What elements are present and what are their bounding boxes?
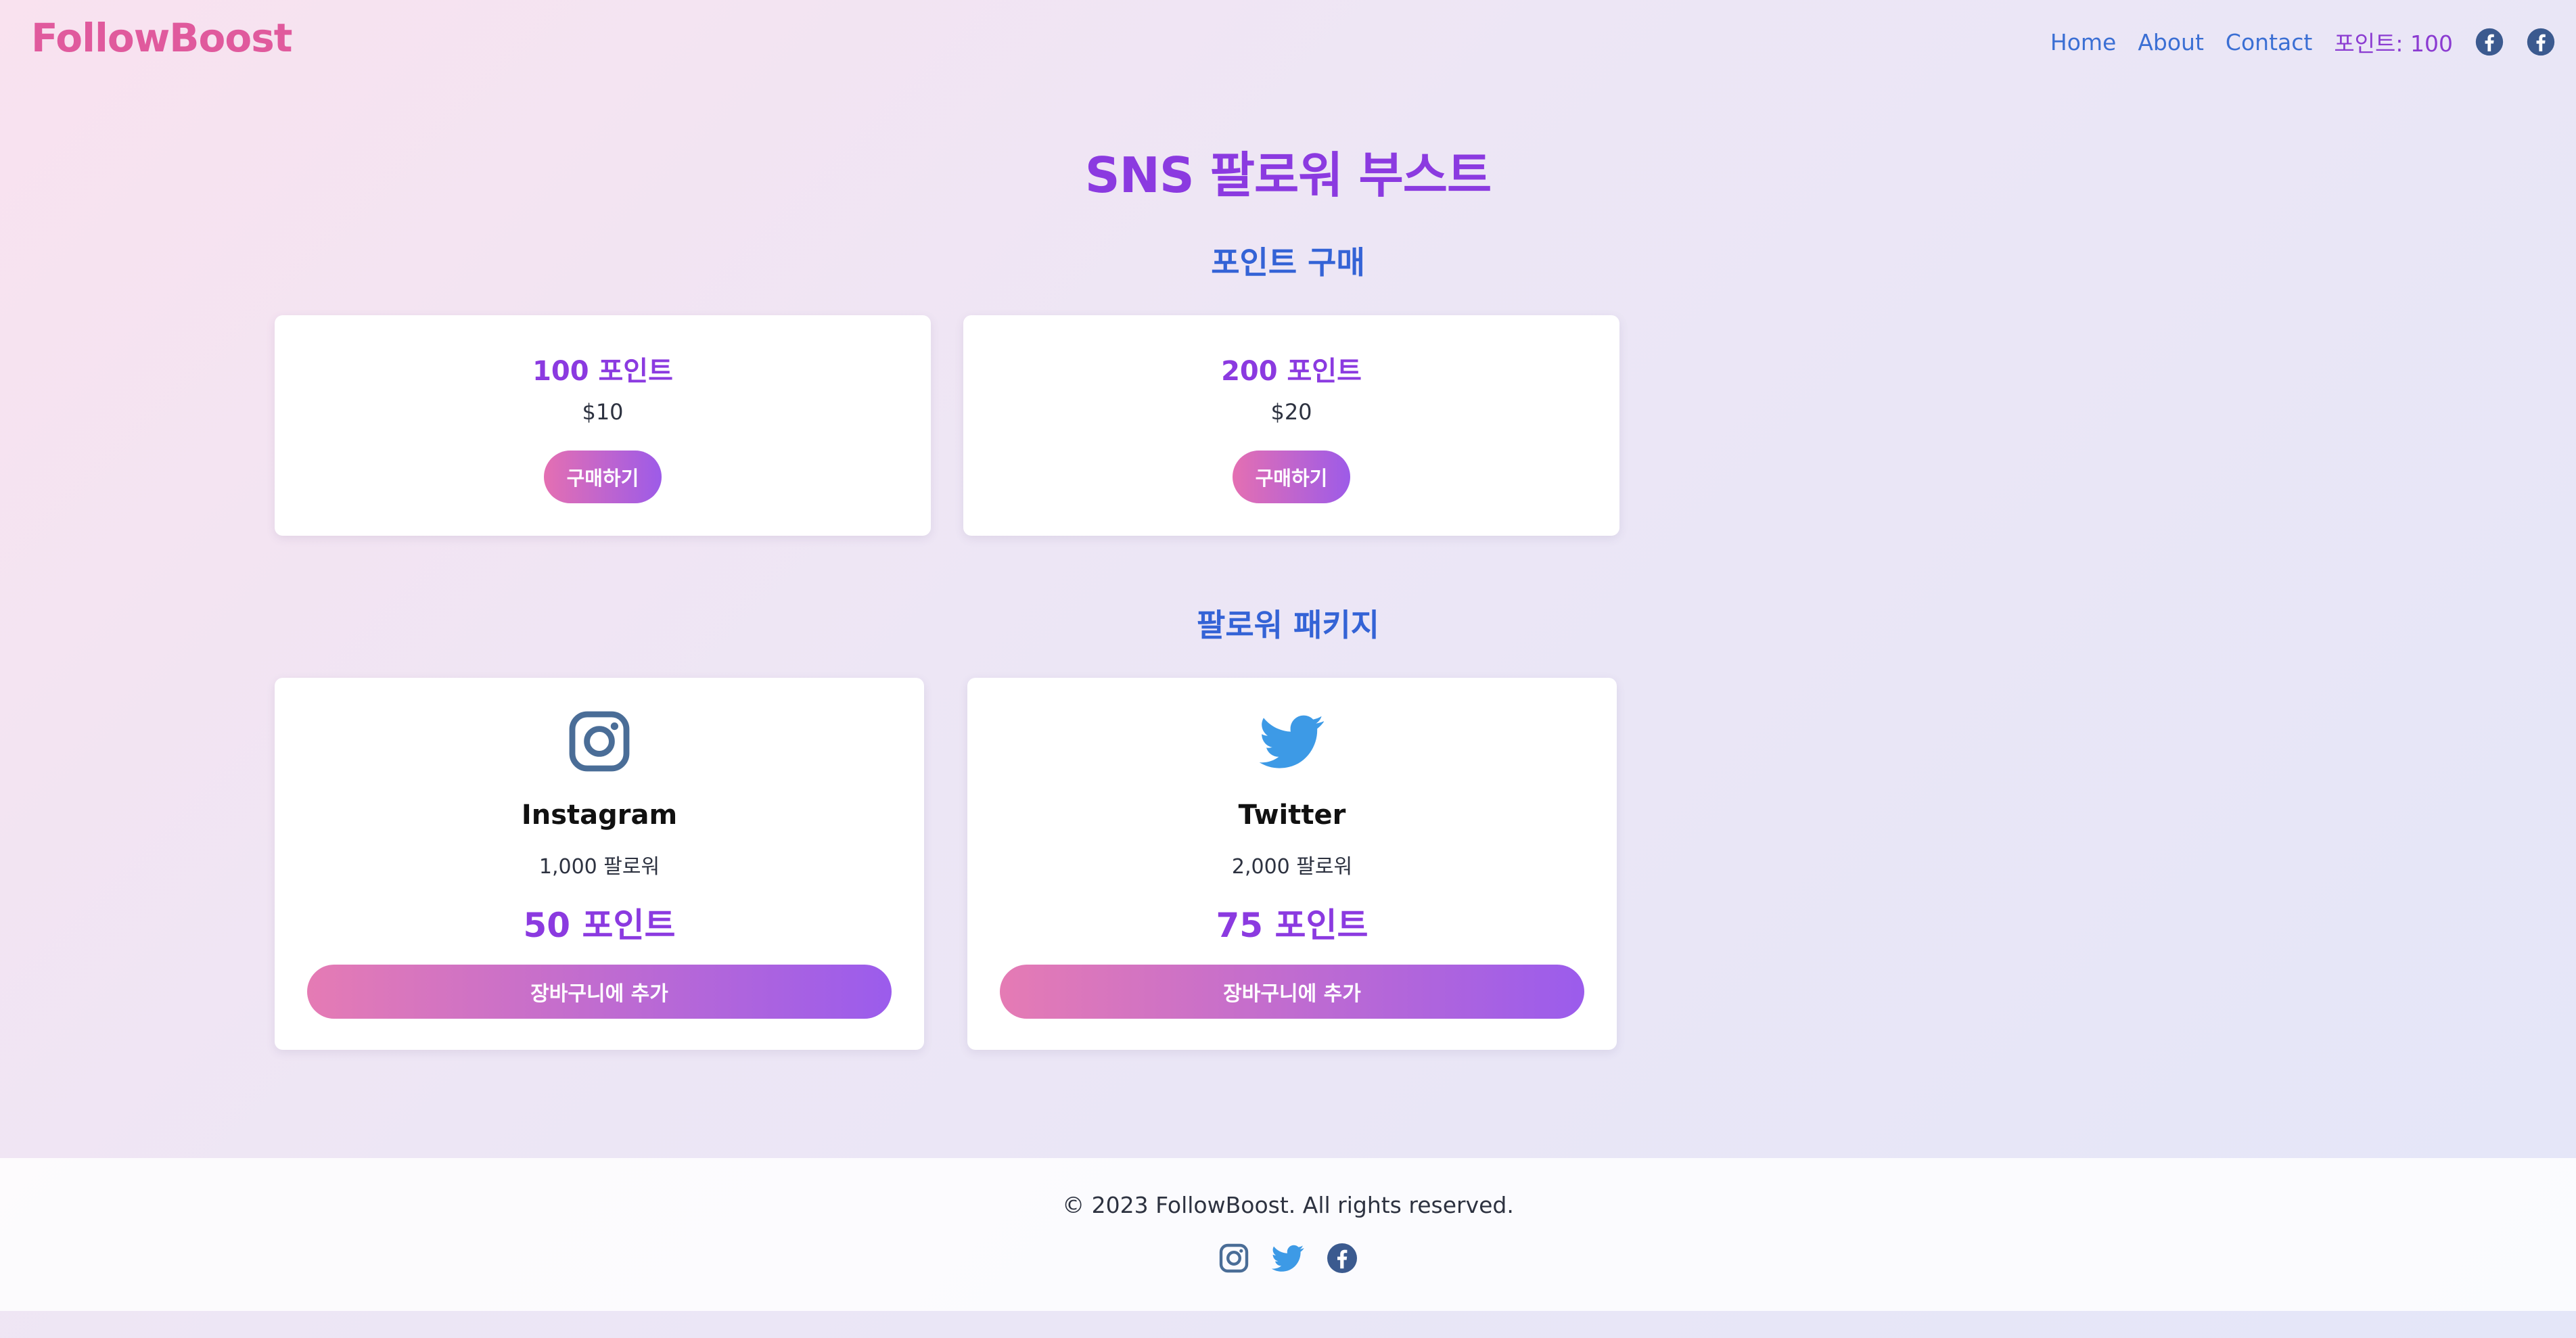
point-price: $10 — [582, 399, 624, 425]
page-title: SNS 팔로워 부스트 — [1084, 147, 1492, 204]
follower-section-title: 팔로워 패키지 — [1197, 607, 1379, 643]
package-platform: Twitter — [1238, 800, 1346, 831]
package-platform: Instagram — [521, 800, 678, 831]
facebook-icon[interactable] — [2475, 27, 2504, 57]
footer-social-icons — [0, 1242, 2576, 1274]
logo[interactable]: FollowBoost — [31, 15, 292, 61]
buy-button[interactable]: 구매하기 — [1233, 451, 1350, 503]
package-card-twitter: Twitter 2,000 팔로워 75 포인트 장바구니에 추가 — [967, 678, 1617, 1050]
add-to-cart-button[interactable]: 장바구니에 추가 — [1000, 965, 1584, 1019]
point-card-100: 100 포인트 $10 구매하기 — [275, 315, 931, 536]
package-cost: 50 포인트 — [523, 906, 676, 945]
point-price: $20 — [1270, 399, 1312, 425]
package-followers: 2,000 팔로워 — [1231, 855, 1353, 879]
footer: © 2023 FollowBoost. All rights reserved. — [0, 1158, 2576, 1311]
points-balance: 포인트: 100 — [2334, 30, 2453, 57]
copyright-text: © 2023 FollowBoost. All rights reserved. — [1062, 1192, 1514, 1218]
points-section-title: 포인트 구매 — [1211, 244, 1365, 281]
facebook-icon[interactable] — [2526, 27, 2556, 57]
nav-links: Home About Contact 포인트: 100 — [2050, 23, 2556, 61]
instagram-icon — [569, 711, 630, 772]
navbar: FollowBoost Home About Contact 포인트: 100 — [0, 0, 2576, 84]
instagram-icon[interactable] — [1218, 1242, 1250, 1274]
nav-link-home[interactable]: Home — [2050, 29, 2116, 55]
buy-button[interactable]: 구매하기 — [544, 451, 662, 503]
add-to-cart-button[interactable]: 장바구니에 추가 — [307, 965, 892, 1019]
point-card-200: 200 포인트 $20 구매하기 — [963, 315, 1619, 536]
point-amount: 200 포인트 — [1221, 356, 1362, 387]
point-amount: 100 포인트 — [532, 356, 673, 387]
twitter-icon — [1260, 715, 1325, 768]
package-card-instagram: Instagram 1,000 팔로워 50 포인트 장바구니에 추가 — [275, 678, 924, 1050]
package-cost: 75 포인트 — [1216, 906, 1368, 945]
nav-link-contact[interactable]: Contact — [2226, 29, 2312, 55]
package-followers: 1,000 팔로워 — [538, 855, 660, 879]
twitter-icon[interactable] — [1272, 1242, 1304, 1274]
nav-link-about[interactable]: About — [2138, 29, 2204, 55]
facebook-icon[interactable] — [1326, 1242, 1358, 1274]
